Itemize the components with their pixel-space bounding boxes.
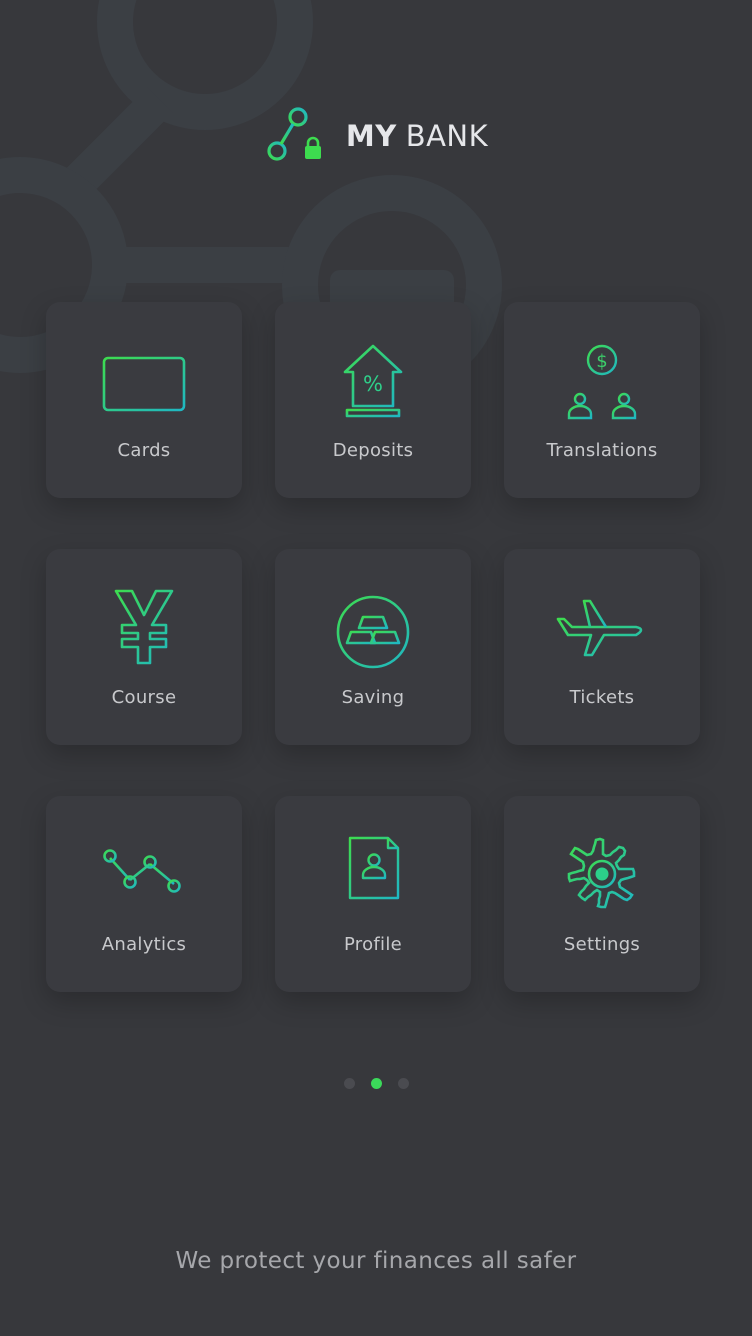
menu-tile-settings[interactable]: Settings [504, 796, 700, 992]
page-dot-3[interactable] [397, 1078, 409, 1089]
menu-label: Translations [546, 440, 658, 461]
airplane-icon [556, 599, 643, 657]
menu-tile-profile[interactable]: Profile [275, 796, 471, 992]
svg-text:$: $ [596, 351, 607, 372]
credit-card-icon [102, 356, 186, 412]
yen-icon [114, 589, 174, 665]
menu-tile-course[interactable]: Course [46, 549, 242, 745]
menu-label: Settings [563, 934, 641, 955]
page-dot-2-active[interactable] [370, 1078, 382, 1089]
menu-label: Cards [117, 440, 171, 461]
app-brand-name: MY BANK [346, 119, 488, 153]
transfer-tree-icon: $ [567, 344, 637, 420]
menu-label: Course [111, 687, 177, 708]
footer-tagline: We protect your finances all safer [175, 1248, 577, 1274]
brand-light: BANK [405, 119, 489, 153]
menu-tile-analytics[interactable]: Analytics [46, 796, 242, 992]
menu-tile-cards[interactable]: Cards [46, 302, 242, 498]
menu-tile-deposits[interactable]: % Deposits [275, 302, 471, 498]
menu-tile-tickets[interactable]: Tickets [504, 549, 700, 745]
menu-tile-translations[interactable]: $ Translations [504, 302, 700, 498]
brand-strong: MY [345, 119, 397, 153]
page-dot-1[interactable] [343, 1078, 355, 1089]
profile-document-icon [348, 836, 400, 900]
bank-logo-icon [267, 107, 321, 161]
percent-house-icon: % [343, 344, 403, 418]
page-indicator [0, 1078, 752, 1089]
gold-bars-icon [336, 595, 410, 669]
menu-label: Saving [341, 687, 405, 708]
menu-label: Profile [343, 934, 403, 955]
app-header: MY BANK [0, 104, 752, 168]
menu-tile-saving[interactable]: Saving [275, 549, 471, 745]
menu-label: Tickets [569, 687, 635, 708]
gear-icon [567, 837, 636, 909]
menu-label: Analytics [101, 934, 187, 955]
svg-text:%: % [363, 372, 383, 396]
line-chart-icon [103, 849, 181, 893]
menu-label: Deposits [332, 440, 414, 461]
